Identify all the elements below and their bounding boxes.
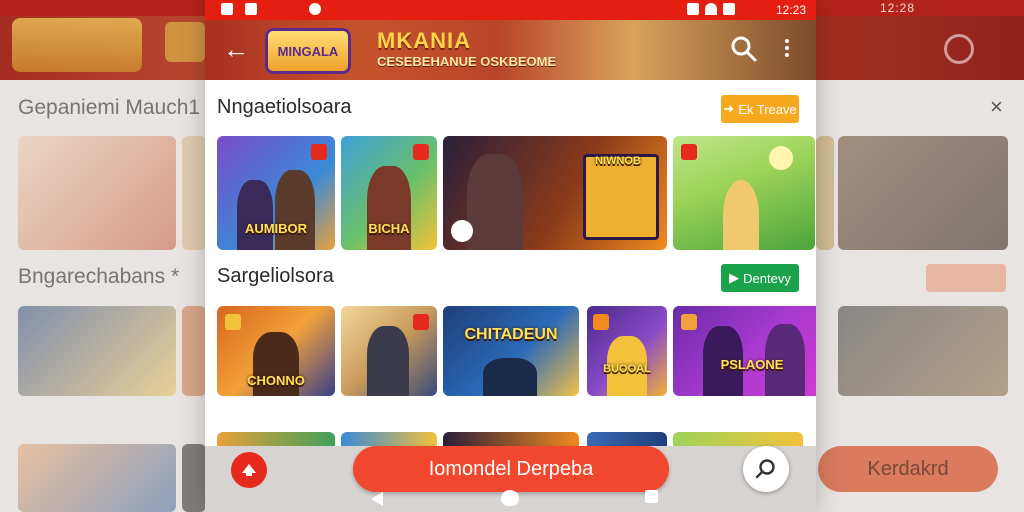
character-figure: [467, 154, 523, 250]
game-title: BUOOAL: [603, 363, 651, 375]
brand-title: MKANIA: [377, 28, 471, 53]
up-arrow-icon: [242, 464, 256, 476]
notification-icon: [221, 3, 233, 15]
section-title: Nngaetiolsoara: [217, 96, 352, 118]
game-card[interactable]: BUOOAL: [587, 306, 667, 396]
game-card[interactable]: PSLAONE: [673, 306, 816, 396]
badge-icon: [225, 314, 241, 330]
badge-icon: [593, 314, 609, 330]
more-options-icon[interactable]: [783, 36, 791, 62]
app-bar: ← MINGALA MKANIA CESEBEHANUE OSKBEOME: [205, 20, 816, 80]
bg-section-title: Bngarechabans *: [18, 265, 180, 288]
sun-graphic: [769, 146, 793, 170]
section-action-button[interactable]: ▶ Dentevy: [721, 264, 799, 292]
game-card[interactable]: CHITADEUN: [443, 306, 579, 396]
primary-cta-button[interactable]: Iomondel Derpeba: [353, 446, 669, 492]
wifi-icon: [705, 3, 717, 15]
game-card[interactable]: BICHA: [341, 136, 437, 250]
back-arrow-icon[interactable]: ←: [223, 35, 253, 65]
character-figure: [367, 166, 411, 250]
badge-icon: [413, 144, 429, 160]
close-icon[interactable]: ×: [990, 94, 1003, 120]
game-title: CHONNO: [247, 373, 305, 388]
arrow-icon: ➜: [723, 101, 735, 116]
system-recents-icon[interactable]: [645, 490, 658, 503]
bg-game-tile: [182, 444, 206, 512]
badge-icon: [681, 314, 697, 330]
bg-game-tile: [18, 444, 176, 512]
bg-logo-secondary: [165, 22, 205, 62]
bg-logo: [12, 18, 142, 72]
bg-status-time: 12:28: [880, 1, 916, 15]
character-figure: [275, 170, 315, 250]
notification-icon: [245, 3, 257, 15]
search-icon: [755, 459, 775, 479]
badge-icon: [681, 144, 697, 160]
bg-section-title: Gepaniemi Mauch1: [18, 96, 201, 119]
section-title: Sargeliolsora: [217, 265, 334, 287]
battery-icon: [723, 3, 735, 15]
character-figure: [237, 180, 273, 250]
game-title: BICHA: [368, 221, 410, 236]
game-card[interactable]: [673, 136, 815, 250]
system-home-icon[interactable]: [501, 490, 519, 506]
game-title: AUMIBOR: [244, 221, 308, 236]
game-card[interactable]: AUMIBOR: [217, 136, 335, 250]
status-bar: 12:23: [205, 0, 816, 20]
publisher-icon: [451, 220, 473, 242]
game-card-featured[interactable]: NIWNOB: [443, 136, 667, 250]
section-action-button[interactable]: ➜ Ek Treave: [721, 95, 799, 123]
bg-game-tile: [182, 136, 206, 250]
system-back-icon[interactable]: [371, 492, 383, 506]
character-figure: [483, 358, 537, 396]
search-icon[interactable]: [729, 34, 759, 64]
status-time: 12:23: [775, 3, 806, 17]
badge-icon: [413, 314, 429, 330]
character-figure: [723, 180, 759, 250]
notification-icon: [309, 3, 321, 15]
game-title: CHITADEUN: [464, 326, 558, 343]
game-card[interactable]: [341, 306, 437, 396]
bg-game-tile: [816, 136, 834, 250]
game-title: NIWNOB: [595, 155, 641, 167]
bg-button: [926, 264, 1006, 292]
bg-search-icon: [944, 34, 974, 64]
bg-game-tile: [838, 136, 1008, 250]
game-title: PSLAONE: [720, 357, 784, 372]
signal-icon: [687, 3, 699, 15]
app-logo: MINGALA: [265, 28, 351, 74]
play-icon: ▶: [729, 270, 740, 285]
bg-game-tile: [18, 306, 176, 396]
scroll-up-button[interactable]: [231, 452, 267, 488]
bg-game-tile: [182, 306, 206, 396]
bg-cta-button: Kerdakrd: [818, 446, 998, 492]
badge-icon: [311, 144, 327, 160]
search-fab-button[interactable]: [743, 446, 789, 492]
game-card[interactable]: CHONNO: [217, 306, 335, 396]
bg-game-tile: [838, 306, 1008, 396]
brand-subtitle: CESEBEHANUE OSKBEOME: [377, 54, 557, 69]
bg-game-tile: [18, 136, 176, 250]
app-screen: 12:23 ← MINGALA MKANIA CESEBEHANUE OSKBE…: [205, 0, 816, 512]
character-figure: [367, 326, 409, 396]
